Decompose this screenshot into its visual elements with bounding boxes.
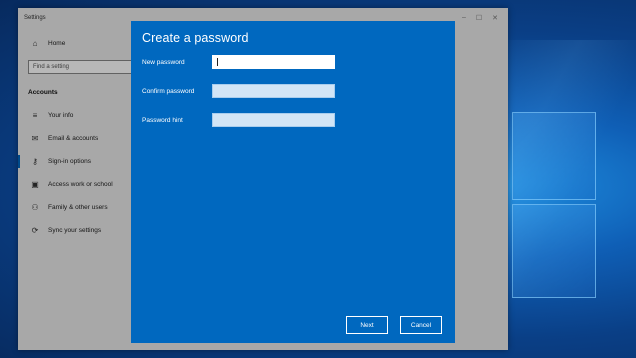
confirm-password-label: Confirm password (142, 88, 195, 95)
close-button[interactable]: ✕ (492, 14, 498, 22)
wallpaper-window-pane (512, 112, 596, 200)
sidebar-item-label: Home (48, 39, 66, 47)
cancel-button[interactable]: Cancel (400, 316, 442, 334)
confirm-password-field[interactable] (212, 84, 335, 98)
maximize-button[interactable]: ☐ (476, 14, 482, 22)
password-hint-field[interactable] (212, 113, 335, 127)
minimize-button[interactable]: – (462, 14, 466, 22)
new-password-label: New password (142, 59, 185, 66)
sidebar-item-label: Email & accounts (48, 135, 99, 142)
wallpaper-window-pane (512, 204, 596, 298)
next-button[interactable]: Next (346, 316, 388, 334)
sidebar-item-label: Access work or school (48, 181, 113, 188)
sidebar-item-label: Family & other users (48, 204, 108, 211)
sidebar-item-label: Sign-in options (48, 158, 91, 165)
briefcase-icon: ▣ (31, 180, 39, 189)
settings-window-title: Settings (24, 15, 46, 21)
password-hint-label: Password hint (142, 117, 183, 124)
text-caret (217, 58, 218, 66)
sidebar-item-label: Sync your settings (48, 227, 102, 234)
window-controls: – ☐ ✕ (462, 14, 498, 22)
mail-icon: ✉ (31, 134, 39, 143)
dialog-title: Create a password (142, 31, 249, 45)
search-placeholder: Find a setting (33, 64, 70, 70)
people-icon: ⚇ (31, 203, 39, 212)
person-card-icon: ≡ (32, 111, 38, 120)
home-icon: ⌂ (32, 38, 38, 48)
create-password-dialog: Create a password New password Confirm p… (131, 21, 455, 343)
key-icon: ⚷ (32, 157, 38, 166)
new-password-field[interactable] (212, 55, 335, 69)
sidebar-item-label: Your info (48, 112, 74, 119)
sync-icon: ⟳ (31, 226, 39, 235)
